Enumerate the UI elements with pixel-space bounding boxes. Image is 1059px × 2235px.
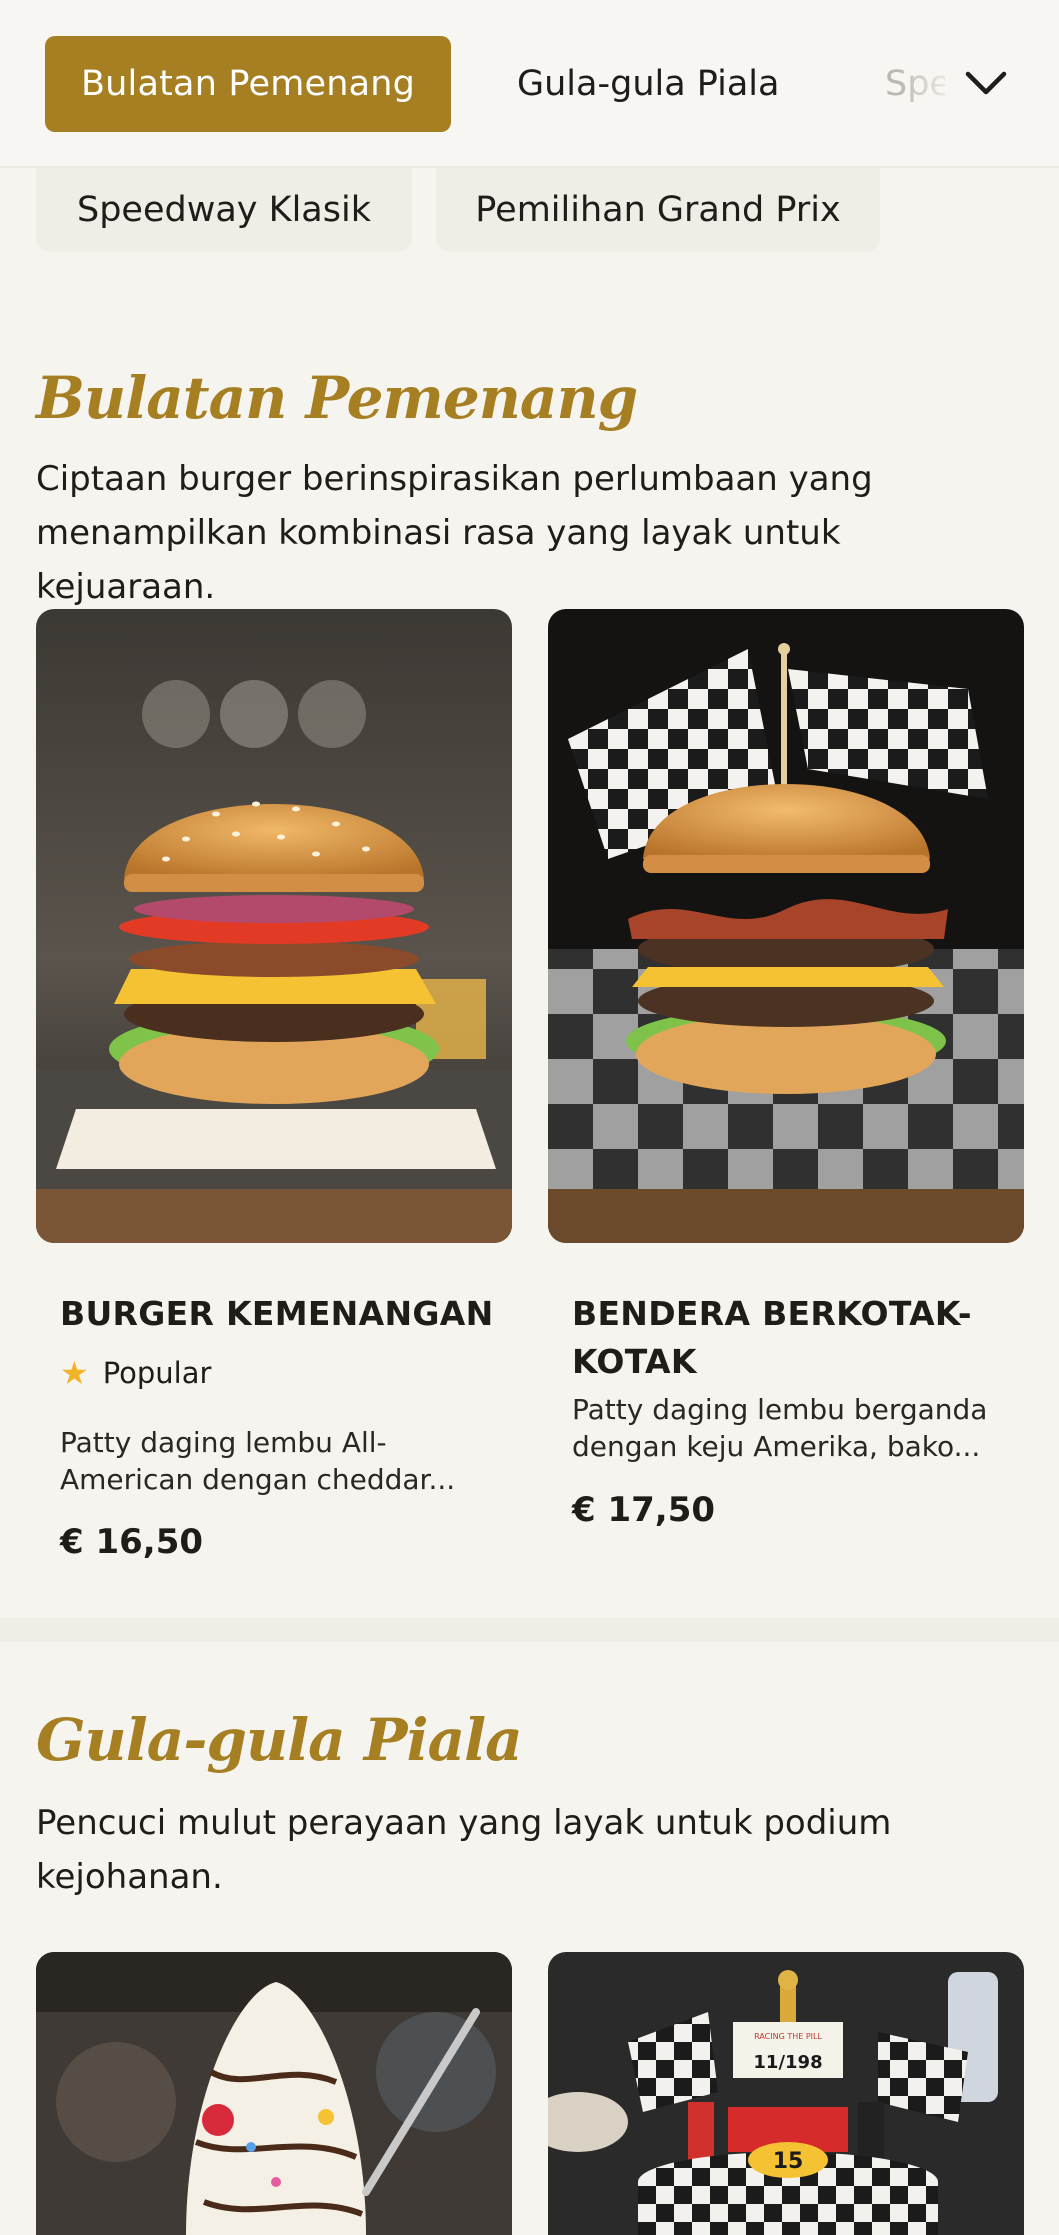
tab-bulatan-pemenang[interactable]: Bulatan Pemenang	[45, 36, 451, 132]
cake-number-15: 15	[773, 2149, 804, 2174]
burger-kemenangan-image[interactable]	[36, 609, 512, 1243]
chip-pemilihan-grand-prix[interactable]: Pemilihan Grand Prix	[436, 168, 880, 252]
star-icon: ★	[60, 1354, 89, 1392]
category-tab-bar: Bulatan Pemenang Gula-gula Piala Speedwa…	[0, 0, 1059, 168]
tab-fade-overlay	[900, 36, 960, 132]
item-description: Patty daging lembu berganda dengan keju …	[572, 1393, 988, 1463]
section-title-bulatan-pemenang: Bulatan Pemenang	[36, 364, 638, 432]
tab-gula-gula-piala[interactable]: Gula-gula Piala	[517, 36, 779, 132]
item-price: € 16,50	[60, 1522, 204, 1562]
section-title-gula-gula-piala: Gula-gula Piala	[36, 1706, 523, 1774]
section-description: Ciptaan burger berinspirasikan perlumbaa…	[36, 459, 873, 607]
section-description: Pencuci mulut perayaan yang layak untuk …	[36, 1803, 892, 1897]
badge-label: Popular	[102, 1356, 212, 1390]
chevron-down-icon[interactable]	[962, 60, 1010, 108]
trophy-cake-image[interactable]: RACING THE PILL 11/198 15	[548, 1952, 1024, 2235]
item-description: Patty daging lembu All-American dengan c…	[60, 1426, 456, 1496]
item-name[interactable]: BENDERA BERKOTAK-KOTAK	[572, 1290, 1002, 1386]
bendera-berkotak-kotak-image[interactable]	[548, 609, 1024, 1243]
popular-badge: ★ Popular	[60, 1354, 211, 1392]
sundae-image[interactable]	[36, 1952, 512, 2235]
section-divider	[0, 1618, 1059, 1642]
item-price: € 17,50	[572, 1490, 716, 1530]
item-name[interactable]: BURGER KEMENANGAN	[60, 1290, 494, 1338]
chip-speedway-klasik[interactable]: Speedway Klasik	[36, 168, 412, 252]
cake-sign-text: RACING THE PILL	[754, 2032, 822, 2041]
cake-sign-number: 11/198	[753, 2052, 822, 2073]
